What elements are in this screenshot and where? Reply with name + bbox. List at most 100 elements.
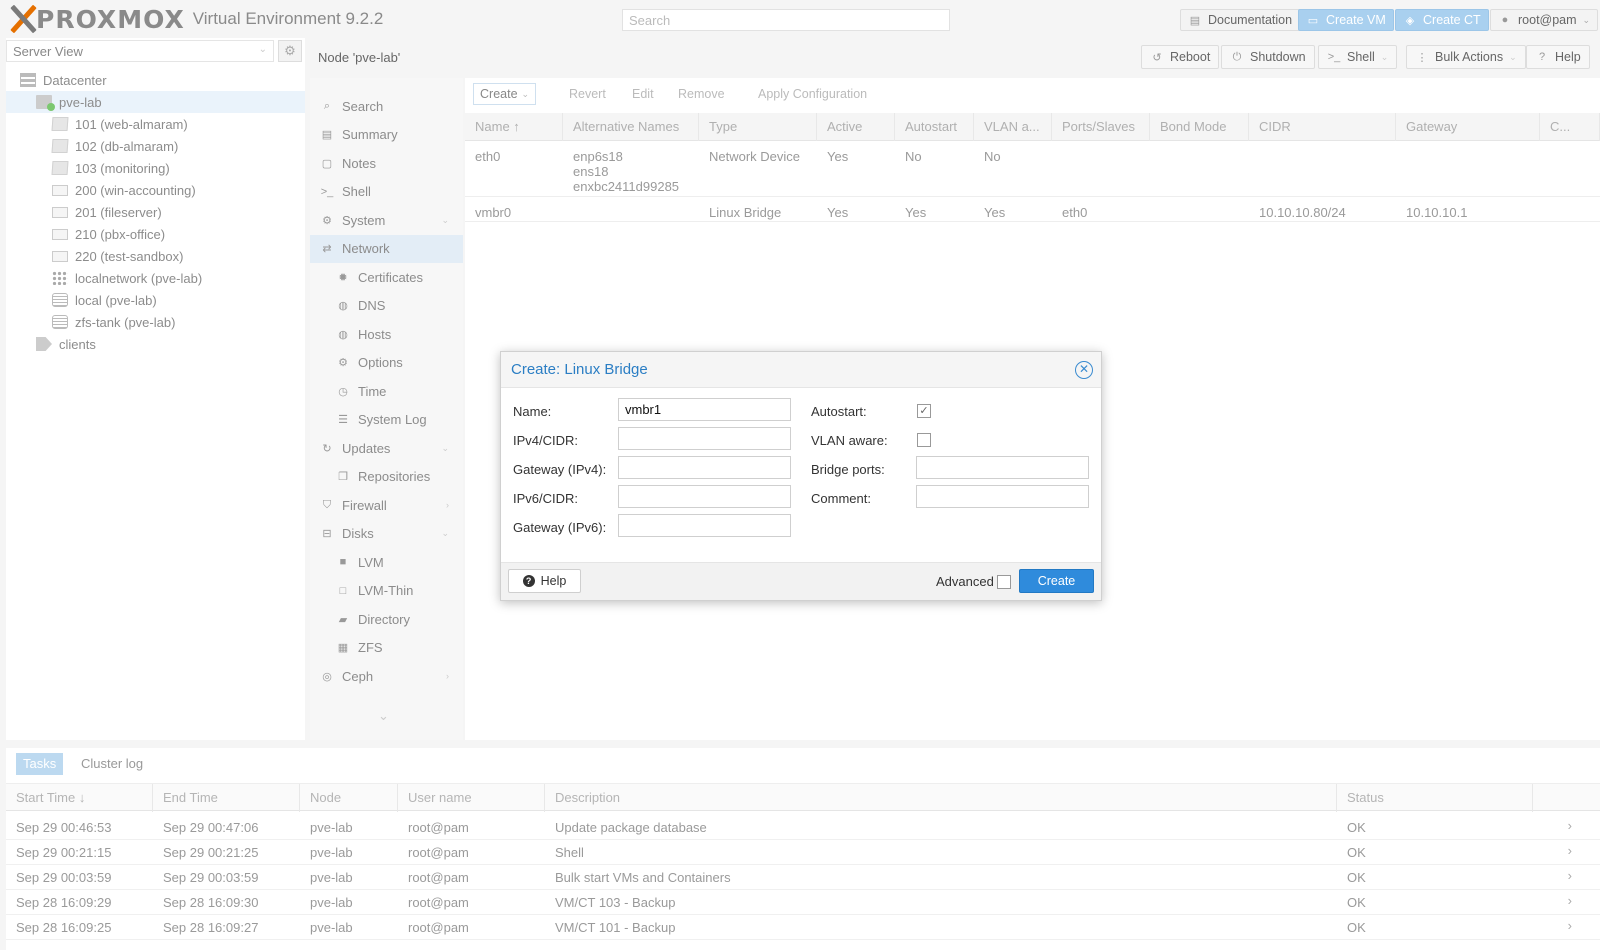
task-row[interactable]: Sep 28 16:09:29 Sep 28 16:09:30 pve-lab roo…: [6, 890, 1600, 915]
chevron-right-icon[interactable]: ›: [1568, 918, 1572, 933]
task-row[interactable]: Sep 29 00:03:59 Sep 29 00:03:59 pve-lab roo…: [6, 865, 1600, 890]
documentation-button[interactable]: ▤ Documentation: [1180, 9, 1301, 31]
dialog-help-button[interactable]: ? Help: [508, 569, 581, 593]
menu-item-shell[interactable]: >_ Shell: [310, 178, 463, 206]
tree-item[interactable]: Datacenter: [6, 69, 305, 91]
chevron-right-icon[interactable]: ›: [446, 671, 449, 681]
create-ct-button[interactable]: ◈ Create CT: [1395, 9, 1489, 31]
tree-item[interactable]: 201 (fileserver): [6, 201, 305, 223]
tree-item[interactable]: localnetwork (pve-lab): [6, 267, 305, 289]
view-selector[interactable]: Server View ⌄: [6, 40, 274, 62]
create-dropdown-button[interactable]: Create ⌄: [473, 83, 537, 105]
column-header[interactable]: Gateway: [1396, 113, 1540, 141]
dialog-create-button[interactable]: Create: [1019, 569, 1094, 593]
column-header[interactable]: User name: [398, 784, 545, 812]
column-header[interactable]: Status: [1337, 784, 1533, 812]
tree-item[interactable]: 102 (db-almaram): [6, 135, 305, 157]
column-header[interactable]: Start Time ↓: [6, 784, 153, 812]
menu-item-lvm-thin[interactable]: □ LVM-Thin: [310, 577, 463, 605]
tab-cluster-log[interactable]: Cluster log: [74, 753, 150, 775]
chevron-right-icon[interactable]: ›: [1568, 893, 1572, 908]
bulk-actions-button[interactable]: ⋮ Bulk Actions ⌄: [1406, 45, 1526, 69]
menu-item-ceph[interactable]: ◎ Ceph ›: [310, 662, 463, 690]
tree-item[interactable]: pve-lab: [6, 91, 305, 113]
reboot-button[interactable]: ↺ Reboot: [1141, 45, 1220, 69]
remove-button[interactable]: Remove: [672, 83, 731, 105]
tree-item[interactable]: local (pve-lab): [6, 289, 305, 311]
column-header[interactable]: Type: [699, 113, 817, 141]
menu-item-repositories[interactable]: ❐ Repositories: [310, 463, 463, 491]
help-button[interactable]: ? Help: [1526, 45, 1590, 69]
edit-button[interactable]: Edit: [626, 83, 660, 105]
chevron-right-icon[interactable]: ›: [1568, 843, 1572, 858]
chevron-down-icon[interactable]: ⌄: [378, 708, 389, 724]
menu-item-updates[interactable]: ↻ Updates ⌄: [310, 434, 463, 462]
menu-item-search[interactable]: ⌕ Search: [310, 92, 463, 120]
revert-button[interactable]: Revert: [563, 83, 612, 105]
table-row[interactable]: eth0 enp6s18 ens18 enxbc2411d99285 Network D…: [465, 142, 1600, 197]
chevron-right-icon[interactable]: ›: [446, 500, 449, 510]
menu-item-time[interactable]: ◷ Time: [310, 377, 463, 405]
menu-item-notes[interactable]: ▢ Notes: [310, 149, 463, 177]
apply-configuration-button[interactable]: Apply Configuration: [752, 83, 873, 105]
chevron-right-icon[interactable]: ›: [1568, 818, 1572, 833]
chevron-down-icon[interactable]: ⌄: [441, 215, 449, 226]
menu-item-options[interactable]: ⚙ Options: [310, 349, 463, 377]
column-header[interactable]: Active: [817, 113, 895, 141]
tab-tasks[interactable]: Tasks: [16, 753, 64, 775]
comment-field[interactable]: [916, 485, 1089, 508]
gateway-ipv4-field[interactable]: [618, 456, 791, 479]
autostart-checkbox[interactable]: ✓: [917, 404, 931, 418]
column-header[interactable]: Description: [545, 784, 1337, 812]
chevron-right-icon[interactable]: ›: [1568, 868, 1572, 883]
name-field[interactable]: [618, 398, 791, 421]
tree-item[interactable]: 103 (monitoring): [6, 157, 305, 179]
user-menu-button[interactable]: ● root@pam ⌄: [1490, 9, 1599, 31]
close-icon[interactable]: ✕: [1075, 361, 1093, 379]
create-vm-button[interactable]: ▭ Create VM: [1298, 9, 1394, 31]
column-header[interactable]: C...: [1540, 113, 1600, 141]
menu-item-summary[interactable]: ▤ Summary: [310, 121, 463, 149]
advanced-checkbox[interactable]: [997, 575, 1011, 589]
tree-settings-button[interactable]: ⚙: [278, 40, 302, 62]
menu-item-hosts[interactable]: ◍ Hosts: [310, 320, 463, 348]
search-input[interactable]: Search: [622, 9, 950, 31]
menu-item-network[interactable]: ⇄ Network: [310, 234, 463, 263]
menu-item-certificates[interactable]: ✹ Certificates: [310, 263, 463, 291]
tree-item[interactable]: 210 (pbx-office): [6, 223, 305, 245]
tree-item[interactable]: zfs-tank (pve-lab): [6, 311, 305, 333]
column-header[interactable]: End Time: [153, 784, 300, 812]
menu-item-system-log[interactable]: ☰ System Log: [310, 406, 463, 434]
vlan-aware-checkbox[interactable]: [917, 433, 931, 447]
column-header[interactable]: CIDR: [1249, 113, 1396, 141]
ipv6-cidr-field[interactable]: [618, 485, 791, 508]
column-header[interactable]: VLAN a...: [974, 113, 1052, 141]
table-row[interactable]: vmbr0 Linux Bridge Yes Yes Yes eth0 10.10.10.8…: [465, 198, 1600, 222]
menu-item-dns[interactable]: ◍ DNS: [310, 292, 463, 320]
menu-item-zfs[interactable]: ▦ ZFS: [310, 634, 463, 662]
task-row[interactable]: Sep 29 00:46:53 Sep 29 00:47:06 pve-lab roo…: [6, 815, 1600, 840]
column-header[interactable]: Autostart: [895, 113, 974, 141]
tree-item[interactable]: 101 (web-almaram): [6, 113, 305, 135]
tree-item[interactable]: clients: [6, 333, 305, 355]
column-header[interactable]: Bond Mode: [1150, 113, 1249, 141]
task-row[interactable]: Sep 29 00:21:15 Sep 29 00:21:25 pve-lab roo…: [6, 840, 1600, 865]
tree-item[interactable]: 200 (win-accounting): [6, 179, 305, 201]
column-header[interactable]: Name ↑: [465, 113, 563, 141]
menu-item-disks[interactable]: ⊟ Disks ⌄: [310, 520, 463, 548]
menu-item-directory[interactable]: ▰ Directory: [310, 605, 463, 633]
menu-item-system[interactable]: ⚙ System ⌄: [310, 206, 463, 234]
ipv4-cidr-field[interactable]: [618, 427, 791, 450]
bridge-ports-field[interactable]: [916, 456, 1089, 479]
task-row[interactable]: Sep 28 16:09:25 Sep 28 16:09:27 pve-lab roo…: [6, 915, 1600, 940]
menu-item-firewall[interactable]: ⛉ Firewall ›: [310, 491, 463, 519]
shutdown-button[interactable]: ⏻ Shutdown: [1221, 45, 1315, 69]
shell-button[interactable]: >_ Shell ⌄: [1318, 45, 1398, 69]
chevron-down-icon[interactable]: ⌄: [441, 443, 449, 454]
menu-item-lvm[interactable]: ■ LVM: [310, 548, 463, 576]
tree-item[interactable]: 220 (test-sandbox): [6, 245, 305, 267]
column-header[interactable]: Ports/Slaves: [1052, 113, 1150, 141]
column-header[interactable]: Node: [300, 784, 398, 812]
chevron-down-icon[interactable]: ⌄: [441, 528, 449, 539]
gateway-ipv6-field[interactable]: [618, 514, 791, 537]
